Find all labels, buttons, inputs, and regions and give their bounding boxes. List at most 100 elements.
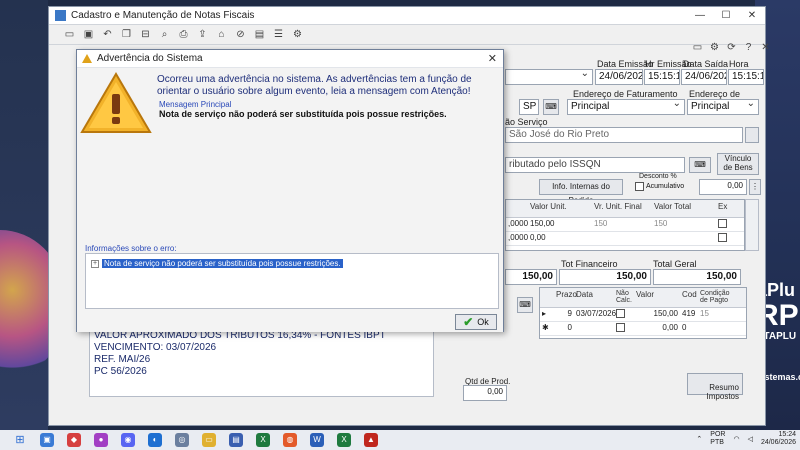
hora-saida-field[interactable]: 15:15:12 [728, 69, 764, 85]
save-icon[interactable]: ▣ [82, 28, 95, 41]
help-icon[interactable]: ? [742, 41, 755, 54]
refresh-icon[interactable]: ⟳ [725, 41, 738, 54]
windows-start-icon[interactable]: ⊞ [13, 433, 27, 447]
note-line: VENCIMENTO: 03/07/2026 [94, 342, 217, 353]
file-explorer-icon[interactable]: ▭ [202, 433, 216, 447]
app-blue-icon[interactable]: ◐ [148, 433, 162, 447]
parcelas-cell: 0,00 [662, 323, 678, 332]
endereco-entrega-combo[interactable]: Principal [687, 99, 759, 115]
table-row[interactable]: ,0000 150,00 150 150 [506, 218, 744, 232]
parcelas-cell: 150,00 [653, 309, 678, 318]
word-icon[interactable]: W [310, 433, 324, 447]
vinculo-bens-button[interactable]: Vínculo de Bens [717, 153, 759, 175]
dialog-body: Ocorreu uma advertência no sistema. As a… [77, 68, 503, 332]
data-emissao-field[interactable]: 24/06/2026 [595, 69, 643, 85]
acumulativo-option[interactable]: Acumulativo [635, 182, 684, 191]
right-toolbar: ▭ ⚙ ⟳ ? ✕ [691, 41, 772, 54]
app-purple-icon[interactable]: ● [94, 433, 108, 447]
close-button[interactable]: ✕ [739, 7, 765, 25]
uf-field[interactable]: SP [519, 99, 539, 115]
folder-icon[interactable]: ▭ [691, 41, 704, 54]
delete-icon[interactable]: ⊟ [139, 28, 152, 41]
check-icon: ✔ [463, 315, 474, 329]
items-col-vr-unit-final: Vr. Unit. Final [594, 202, 642, 211]
window-title-bar: Cadastro e Manutenção de Notas Fiscais —… [49, 7, 765, 25]
clock[interactable]: 15:24 24/06/2026 [761, 431, 796, 447]
acumulativo-checkbox[interactable] [635, 182, 644, 191]
desconto-spin[interactable]: ⋮ [749, 179, 761, 195]
data-saida-field[interactable]: 24/06/2026 [681, 69, 727, 85]
parcelas-cell [698, 322, 738, 335]
ex-checkbox[interactable] [718, 233, 727, 242]
print-icon[interactable]: ⎙ [177, 28, 190, 41]
desconto-field[interactable]: 0,00 [699, 179, 747, 195]
acumulativo-label: Acumulativo [646, 183, 685, 190]
pdf-icon[interactable]: ▲ [364, 433, 378, 447]
parcelas-col-data: Data [576, 290, 593, 299]
language-indicator[interactable]: POR PTB [710, 431, 725, 447]
items-col-valor-unit: Valor Unit. [530, 202, 567, 211]
resumo-impostos-button[interactable]: Resumo Impostos [687, 373, 743, 401]
wifi-icon[interactable]: ◠ [733, 435, 739, 443]
export-icon[interactable]: ⇪ [196, 28, 209, 41]
parcelas-cell [574, 322, 614, 335]
settings-icon[interactable]: ⚙ [291, 28, 304, 41]
minimize-button[interactable]: — [687, 7, 713, 25]
table-row[interactable]: ✱ 0 0,00 0 [540, 322, 746, 336]
list-icon[interactable]: ☰ [272, 28, 285, 41]
observacoes-textarea[interactable]: VALOR APROXIMADO DOS TRIBUTOS 16,34% - F… [89, 327, 434, 397]
nao-calc-checkbox[interactable] [616, 323, 625, 332]
cancel-icon[interactable]: ⊘ [234, 28, 247, 41]
ok-button[interactable]: ✔ Ok [455, 314, 497, 330]
discord-icon[interactable]: ◉ [121, 433, 135, 447]
items-scrollbar[interactable] [745, 199, 759, 251]
tot-financeiro-field: 150,00 [559, 269, 651, 285]
tot-financeiro-label: Tot Financeiro [561, 259, 618, 269]
copy-icon[interactable]: ❐ [120, 28, 133, 41]
report-icon[interactable]: ▤ [253, 28, 266, 41]
parcelas-lookup[interactable]: ⌨ [517, 297, 533, 313]
volume-icon[interactable]: ◁ [748, 435, 753, 443]
app-red-icon[interactable]: ◆ [67, 433, 81, 447]
tray-chevron-icon[interactable]: ⌃ [696, 435, 702, 443]
table-row[interactable]: ,0000 0,00 [506, 232, 744, 246]
undo-icon[interactable]: ↶ [101, 28, 114, 41]
header-combo[interactable] [505, 69, 593, 85]
municipio-lookup[interactable] [745, 127, 759, 143]
info-internas-button[interactable]: Info. Internas do Pedido [539, 179, 623, 205]
parcelas-col-valor: Valor [636, 290, 655, 299]
excel-icon[interactable]: X [256, 433, 270, 447]
parcelas-grid: Prazo Data Não Calc. Valor Cod Condição … [539, 287, 747, 339]
dialog-title-bar: Advertência do Sistema ✕ [77, 50, 503, 68]
attach-icon[interactable]: ⌂ [215, 28, 228, 41]
items-cell: 0,00 [530, 233, 546, 242]
resumo-impostos-label: Resumo Impostos [706, 383, 739, 401]
dialog-close-button[interactable]: ✕ [488, 52, 497, 65]
app-active-icon[interactable]: ◎ [175, 433, 189, 447]
total-left-field: 150,00 [505, 269, 557, 285]
chrome-icon[interactable]: ◍ [283, 433, 297, 447]
items-grid: Valor Unit. Vr. Unit. Final Valor Total … [505, 199, 745, 251]
gear-icon[interactable]: ⚙ [708, 41, 721, 54]
toolbar: ▭ ▣ ↶ ❐ ⊟ ⌕ ⎙ ⇪ ⌂ ⊘ ▤ ☰ ⚙ [49, 25, 765, 45]
app-icon-window[interactable]: ▤ [229, 433, 243, 447]
table-row[interactable]: ▸ 9 03/07/2026 150,00 419 15 [540, 308, 746, 322]
search-icon[interactable]: ⌕ [158, 28, 171, 41]
lookup-button[interactable]: ⌨ [543, 99, 559, 115]
hr-emissao-field[interactable]: 15:15:12 [644, 69, 680, 85]
municipio-field[interactable]: São José do Rio Preto [505, 127, 743, 143]
endereco-faturamento-combo[interactable]: Principal [567, 99, 685, 115]
excel-icon-2[interactable]: X [337, 433, 351, 447]
tributacao-field[interactable]: ributado pelo ISSQN [505, 157, 685, 173]
new-icon[interactable]: ▭ [63, 28, 76, 41]
error-item-text: Nota de serviço não poderá ser substituí… [102, 259, 343, 268]
warning-icon [80, 72, 152, 133]
expand-icon[interactable]: + [91, 259, 99, 268]
ex-checkbox[interactable] [718, 219, 727, 228]
task-view-icon[interactable]: ▣ [40, 433, 54, 447]
tributacao-button[interactable]: ⌨ [689, 157, 711, 173]
exit-icon[interactable]: ✕ [759, 41, 772, 54]
error-tree-item[interactable]: + Nota de serviço não poderá ser substit… [91, 259, 343, 268]
maximize-button[interactable]: ☐ [713, 7, 739, 25]
nao-calc-checkbox[interactable] [616, 309, 625, 318]
